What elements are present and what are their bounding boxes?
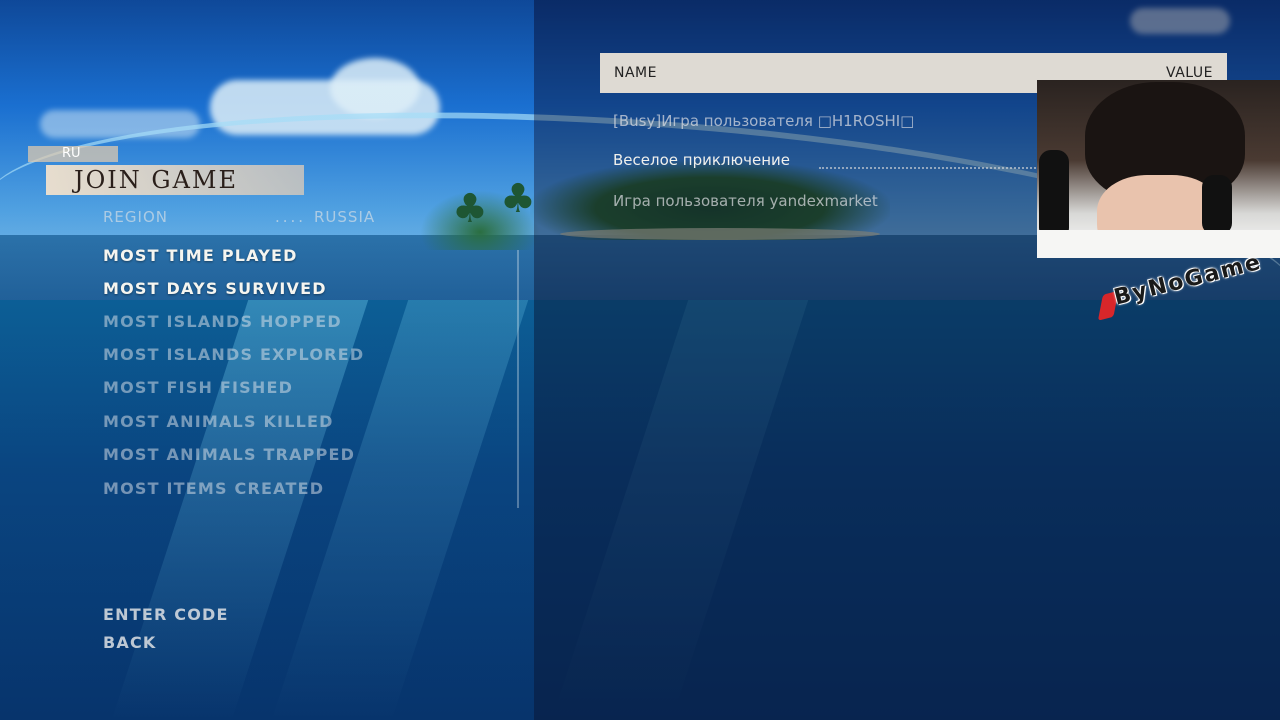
column-header-name[interactable]: NAME — [614, 65, 657, 81]
region-value: RUSSIA — [314, 208, 376, 226]
lobby-name: Веселое приключение — [613, 151, 790, 169]
page-title: JOIN GAME — [74, 166, 239, 194]
row-dots — [819, 165, 1043, 169]
region-dots: .... — [275, 208, 307, 226]
lobby-name: [Busy]Игра пользователя □H1ROSHI□ — [613, 112, 915, 130]
back-button[interactable]: BACK — [103, 633, 157, 652]
headset — [1039, 150, 1069, 240]
sort-most-items-created[interactable]: MOST ITEMS CREATED — [103, 479, 324, 498]
language-tag: RU — [28, 146, 118, 162]
lobby-row[interactable]: Игра пользователя yandexmarket — [613, 192, 1043, 214]
lobby-row[interactable]: Веселое приключение — [613, 151, 1043, 173]
sort-most-days-survived[interactable]: MOST DAYS SURVIVED — [103, 279, 327, 298]
lobby-row[interactable]: [Busy]Игра пользователя □H1ROSHI□ — [613, 112, 1043, 134]
sort-most-animals-trapped[interactable]: MOST ANIMALS TRAPPED — [103, 445, 355, 464]
sort-most-fish-fished[interactable]: MOST FISH FISHED — [103, 378, 293, 397]
sort-most-animals-killed[interactable]: MOST ANIMALS KILLED — [103, 412, 334, 431]
column-header-value[interactable]: VALUE — [1166, 65, 1213, 81]
join-game-menu: RU JOIN GAME REGION .... RUSSIA MOST TIM… — [0, 0, 534, 720]
sort-most-islands-hopped[interactable]: MOST ISLANDS HOPPED — [103, 312, 342, 331]
region-label: REGION — [103, 208, 168, 226]
sort-most-time-played[interactable]: MOST TIME PLAYED — [103, 246, 298, 265]
webcam-overlay — [1037, 80, 1280, 258]
headset — [1202, 175, 1232, 235]
region-selector[interactable]: REGION .... RUSSIA — [103, 208, 393, 228]
lobby-name: Игра пользователя yandexmarket — [613, 192, 878, 210]
enter-code-button[interactable]: ENTER CODE — [103, 605, 229, 624]
sort-most-islands-explored[interactable]: MOST ISLANDS EXPLORED — [103, 345, 364, 364]
menu-scrollbar[interactable] — [517, 250, 519, 508]
